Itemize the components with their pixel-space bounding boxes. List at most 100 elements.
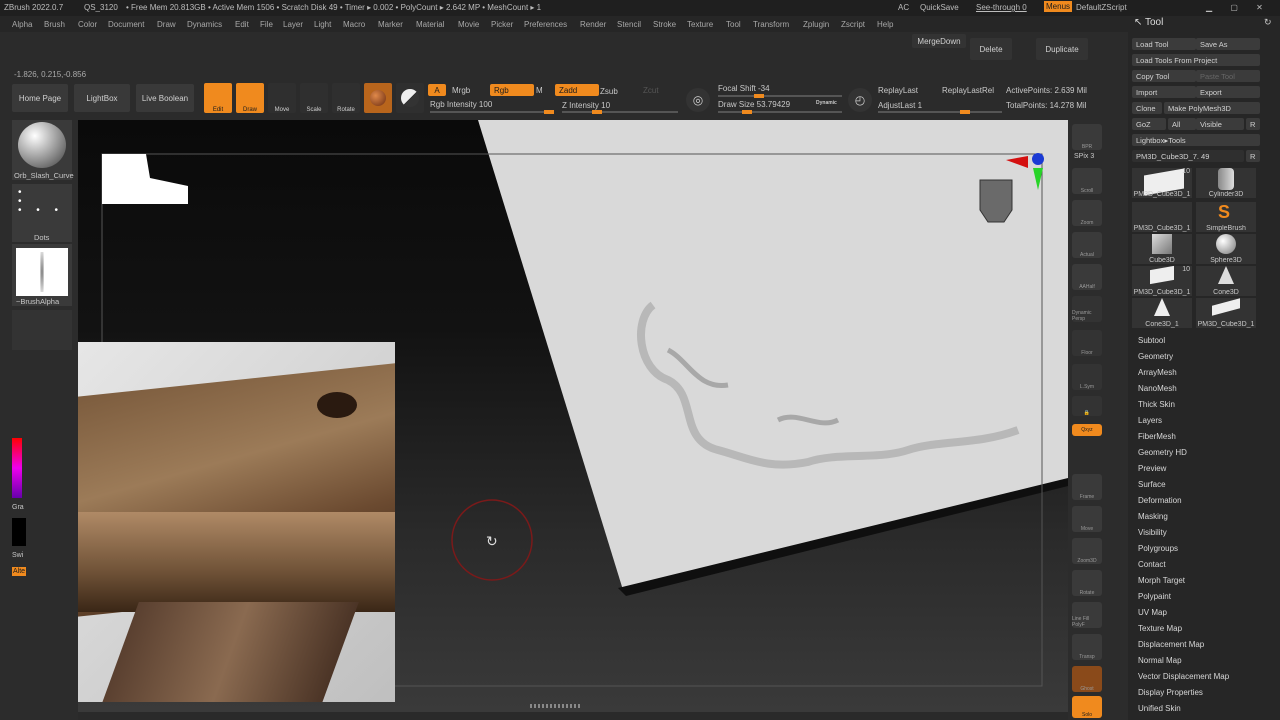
goz-r-button[interactable]: R (1246, 118, 1260, 130)
stroke-slot[interactable]: • • • • • Dots (12, 184, 72, 242)
menu-edit[interactable]: Edit (235, 20, 249, 29)
goz-visible-button[interactable]: Visible (1196, 118, 1244, 130)
current-tool-slider[interactable]: PM3D_Cube3D_7. 49 (1132, 150, 1244, 162)
export-button[interactable]: Export (1196, 86, 1260, 98)
tool-thumb-5[interactable]: Sphere3D (1196, 234, 1256, 264)
menu-preferences[interactable]: Preferences (524, 20, 567, 29)
subpalette-deformation[interactable]: Deformation (1138, 496, 1182, 505)
tool-r-button[interactable]: R (1246, 150, 1260, 162)
rgb-intensity-slider[interactable] (430, 110, 554, 114)
menu-stroke[interactable]: Stroke (653, 20, 676, 29)
menu-picker[interactable]: Picker (491, 20, 513, 29)
rotate-mode-button[interactable]: Rotate (332, 83, 360, 113)
goz-all-button[interactable]: All (1168, 118, 1196, 130)
goz-button[interactable]: GoZ (1132, 118, 1166, 130)
rgb-intensity-knob[interactable] (544, 110, 554, 114)
lsym-button[interactable]: L.Sym (1072, 364, 1102, 390)
polyf-button[interactable]: Line Fill PolyF (1072, 602, 1102, 628)
dynamic-toggle[interactable]: Dynamic (816, 100, 837, 106)
menu-texture[interactable]: Texture (687, 20, 713, 29)
merge-down-button[interactable]: MergeDown (912, 34, 966, 48)
menu-material[interactable]: Material (416, 20, 444, 29)
menu-color[interactable]: Color (78, 20, 97, 29)
alternate-toggle[interactable]: Alte (12, 567, 27, 576)
m-toggle[interactable]: M (536, 86, 543, 95)
rotate-view-button[interactable]: Rotate (1072, 570, 1102, 596)
subpalette-texture-map[interactable]: Texture Map (1138, 624, 1182, 633)
subpalette-arraymesh[interactable]: ArrayMesh (1138, 368, 1177, 377)
alpha-slot[interactable]: ~BrushAlpha (12, 244, 72, 306)
save-as-button[interactable]: Save As (1196, 38, 1260, 50)
color-gradient-strip[interactable] (12, 438, 22, 498)
replay-icon[interactable]: ◴ (848, 88, 872, 112)
replay-last-rel-button[interactable]: ReplayLastRel (942, 86, 994, 95)
subpalette-masking[interactable]: Masking (1138, 512, 1168, 521)
qxyz-button[interactable]: Qxyz (1072, 424, 1102, 436)
load-tool-button[interactable]: Load Tool (1132, 38, 1196, 50)
subpalette-nanomesh[interactable]: NanoMesh (1138, 384, 1177, 393)
subpalette-preview[interactable]: Preview (1138, 464, 1166, 473)
tool-thumb-7[interactable]: Cone3D (1196, 266, 1256, 296)
scale-mode-button[interactable]: Scale (300, 83, 328, 113)
subpalette-displacement-map[interactable]: Displacement Map (1138, 640, 1204, 649)
menu-macro[interactable]: Macro (343, 20, 365, 29)
subpalette-thick-skin[interactable]: Thick Skin (1138, 400, 1175, 409)
tray-refresh-icon[interactable]: ↻ (1264, 17, 1272, 28)
lightbox-tools-button[interactable]: Lightbox▸Tools (1132, 134, 1260, 146)
draw-size-slider[interactable] (718, 110, 842, 114)
zoom3d-button[interactable]: Zoom3D (1072, 538, 1102, 564)
menus-button[interactable]: Menus (1044, 1, 1073, 12)
a-toggle[interactable]: A (428, 84, 446, 96)
subpalette-surface[interactable]: Surface (1138, 480, 1166, 489)
subpalette-geometry[interactable]: Geometry (1138, 352, 1173, 361)
menu-alpha[interactable]: Alpha (12, 20, 32, 29)
tool-thumb-2[interactable]: PM3D_Cube3D_1 (1132, 202, 1192, 232)
subpalette-visibility[interactable]: Visibility (1138, 528, 1167, 537)
subpalette-subtool[interactable]: Subtool (1138, 336, 1165, 345)
material-button[interactable] (364, 83, 392, 113)
z-intensity-slider[interactable] (562, 110, 678, 114)
brush-slot[interactable]: Orb_Slash_Curve (12, 120, 74, 180)
see-through-slider[interactable]: See-through 0 (976, 3, 1027, 12)
tool-thumb-9[interactable]: PM3D_Cube3D_1 (1196, 298, 1256, 328)
focal-shift-icon[interactable]: ◎ (686, 88, 710, 112)
adjust-last-slider[interactable] (878, 110, 1002, 114)
tool-thumb-8[interactable]: Cone3D_1 (1132, 298, 1192, 328)
menu-dynamics[interactable]: Dynamics (187, 20, 222, 29)
subpalette-layers[interactable]: Layers (1138, 416, 1162, 425)
default-zscript[interactable]: DefaultZScript (1076, 3, 1127, 12)
tool-thumb-3[interactable]: S SimpleBrush (1196, 202, 1256, 232)
zadd-toggle[interactable]: Zadd (555, 84, 599, 96)
bpr-button[interactable]: BPR (1072, 124, 1102, 150)
subpalette-polypaint[interactable]: Polypaint (1138, 592, 1171, 601)
duplicate-button[interactable]: Duplicate (1036, 38, 1088, 60)
rgb-toggle[interactable]: Rgb (490, 84, 534, 96)
subpalette-fibermesh[interactable]: FiberMesh (1138, 432, 1176, 441)
menu-draw[interactable]: Draw (157, 20, 176, 29)
paste-tool-button[interactable]: Paste Tool (1196, 70, 1260, 82)
subpalette-polygroups[interactable]: Polygroups (1138, 544, 1178, 553)
subpalette-normal-map[interactable]: Normal Map (1138, 656, 1182, 665)
subpalette-unified-skin[interactable]: Unified Skin (1138, 704, 1181, 713)
subpalette-contact[interactable]: Contact (1138, 560, 1166, 569)
mrgb-toggle[interactable]: Mrgb (452, 86, 470, 95)
subpalette-uv-map[interactable]: UV Map (1138, 608, 1167, 617)
window-controls[interactable]: ▁ ▢ ✕ (1206, 3, 1271, 12)
delete-button[interactable]: Delete (970, 38, 1012, 60)
spix-label[interactable]: SPix 3 (1074, 153, 1094, 160)
menu-stencil[interactable]: Stencil (617, 20, 641, 29)
tool-thumb-0[interactable]: PM3D_Cube3D_1 10 (1132, 168, 1192, 198)
frame-button[interactable]: Frame (1072, 474, 1102, 500)
bottom-handle[interactable] (530, 704, 580, 708)
menu-light[interactable]: Light (314, 20, 331, 29)
texture-slot[interactable] (12, 310, 72, 350)
menu-brush[interactable]: Brush (44, 20, 65, 29)
replay-last-button[interactable]: ReplayLast (878, 86, 918, 95)
clone-button[interactable]: Clone (1132, 102, 1162, 114)
menu-file[interactable]: File (260, 20, 273, 29)
menu-tool[interactable]: Tool (726, 20, 741, 29)
menu-transform[interactable]: Transform (753, 20, 789, 29)
draw-mode-button[interactable]: Draw (236, 83, 264, 113)
color-picker-button[interactable] (396, 83, 424, 113)
copy-tool-button[interactable]: Copy Tool (1132, 70, 1196, 82)
